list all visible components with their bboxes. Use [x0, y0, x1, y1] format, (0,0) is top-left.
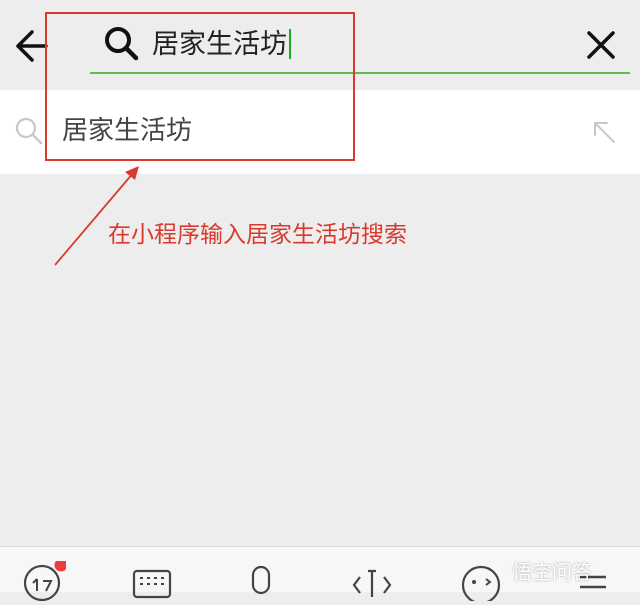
annotation-highlight-box: [45, 12, 355, 161]
handwriting-icon[interactable]: [22, 558, 68, 602]
annotation-text: 在小程序输入居家生活坊搜索: [108, 222, 407, 248]
search-icon: [14, 116, 44, 146]
watermark-text: 悟空问答: [512, 560, 592, 584]
close-icon[interactable]: [584, 28, 618, 62]
emoji-icon[interactable]: [459, 561, 503, 605]
notification-badge: [54, 558, 68, 572]
microphone-icon[interactable]: [240, 561, 284, 601]
cursor-icon[interactable]: [350, 561, 394, 601]
fill-query-arrow-icon[interactable]: [590, 118, 618, 146]
keyboard-icon[interactable]: [131, 561, 175, 601]
